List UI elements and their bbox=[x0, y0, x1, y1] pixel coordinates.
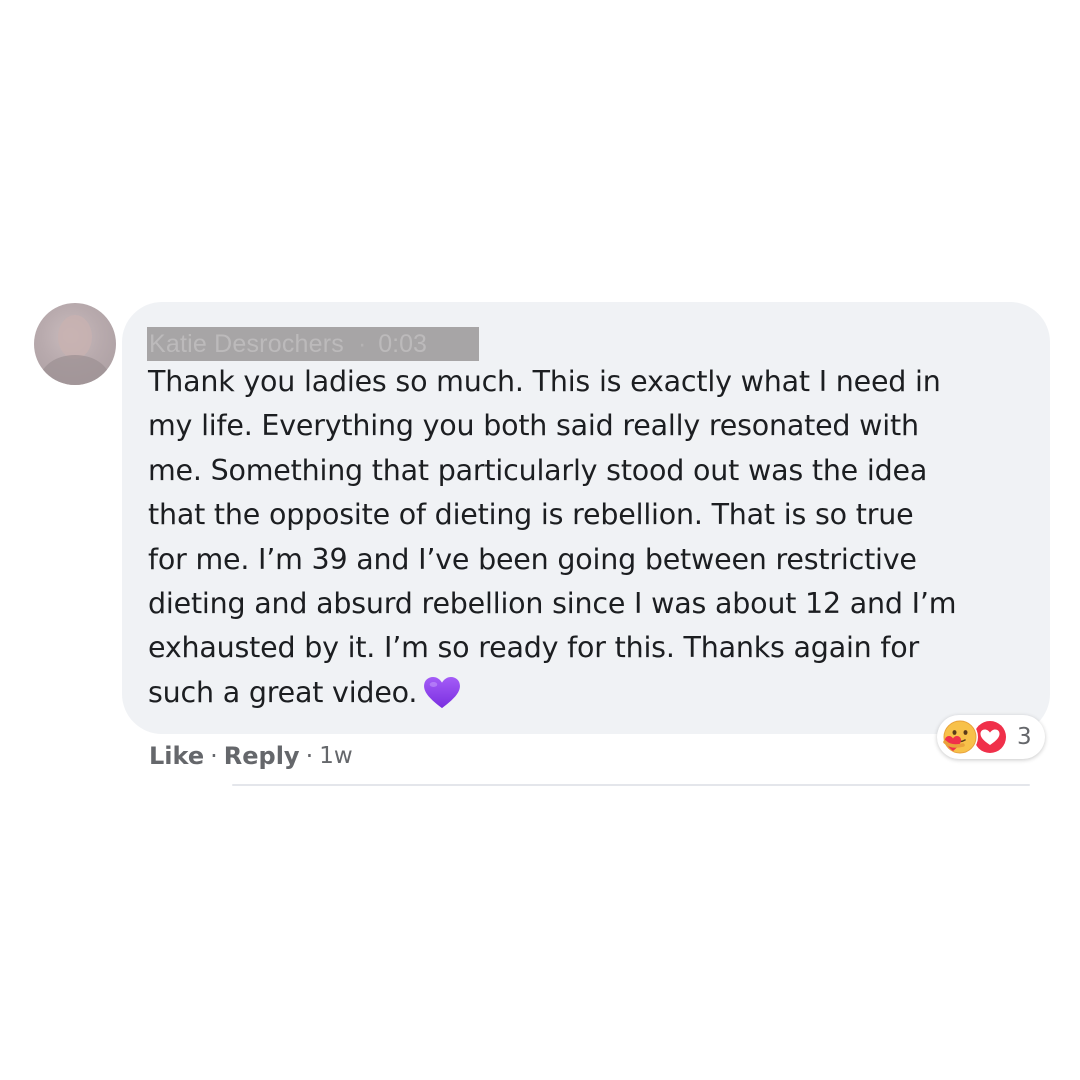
reactions-summary[interactable]: 3 bbox=[937, 715, 1045, 759]
comment: Katie Desrochers · 0:03 Thank you ladies… bbox=[0, 0, 1080, 1080]
avatar-shoulders bbox=[40, 355, 110, 385]
comment-text-line: for me. I’m 39 and I’ve been going betwe… bbox=[148, 542, 917, 576]
like-link[interactable]: Like bbox=[149, 742, 204, 770]
comment-text-line: Thank you ladies so much. This is exactl… bbox=[148, 365, 941, 398]
comment-text-line-last: such a great video. bbox=[148, 671, 1038, 715]
comment-actions: Like · Reply · 1w bbox=[149, 736, 353, 776]
reaction-count: 3 bbox=[1017, 724, 1032, 750]
care-reaction-icon bbox=[942, 719, 978, 755]
author-timestamp[interactable]: 0:03 bbox=[378, 330, 427, 359]
comment-text-line: dieting and absurd rebellion since I was… bbox=[148, 587, 957, 621]
comment-text-line: such a great video. bbox=[148, 675, 418, 709]
comment-text-line: that the opposite of dieting is rebellio… bbox=[148, 498, 914, 532]
author-separator: · bbox=[357, 329, 367, 358]
comment-text: Thank you ladies so much. This is exactl… bbox=[148, 360, 1038, 715]
divider bbox=[232, 784, 1030, 786]
purple-heart-icon bbox=[424, 676, 461, 708]
action-separator: · bbox=[305, 742, 314, 770]
comment-age[interactable]: 1w bbox=[319, 743, 352, 769]
reply-link[interactable]: Reply bbox=[224, 742, 300, 770]
comment-text-line: me. Something that particularly stood ou… bbox=[148, 453, 928, 487]
author-name[interactable]: Katie Desrochers bbox=[149, 330, 344, 359]
avatar-face bbox=[58, 315, 92, 359]
author-redacted-header: Katie Desrochers · 0:03 bbox=[147, 327, 479, 361]
avatar[interactable] bbox=[34, 303, 116, 385]
action-separator: · bbox=[210, 742, 218, 770]
comment-text-line: exhausted by it. I’m so ready for this. … bbox=[148, 631, 919, 665]
comment-text-line: my life. Everything you both said really… bbox=[148, 409, 919, 443]
